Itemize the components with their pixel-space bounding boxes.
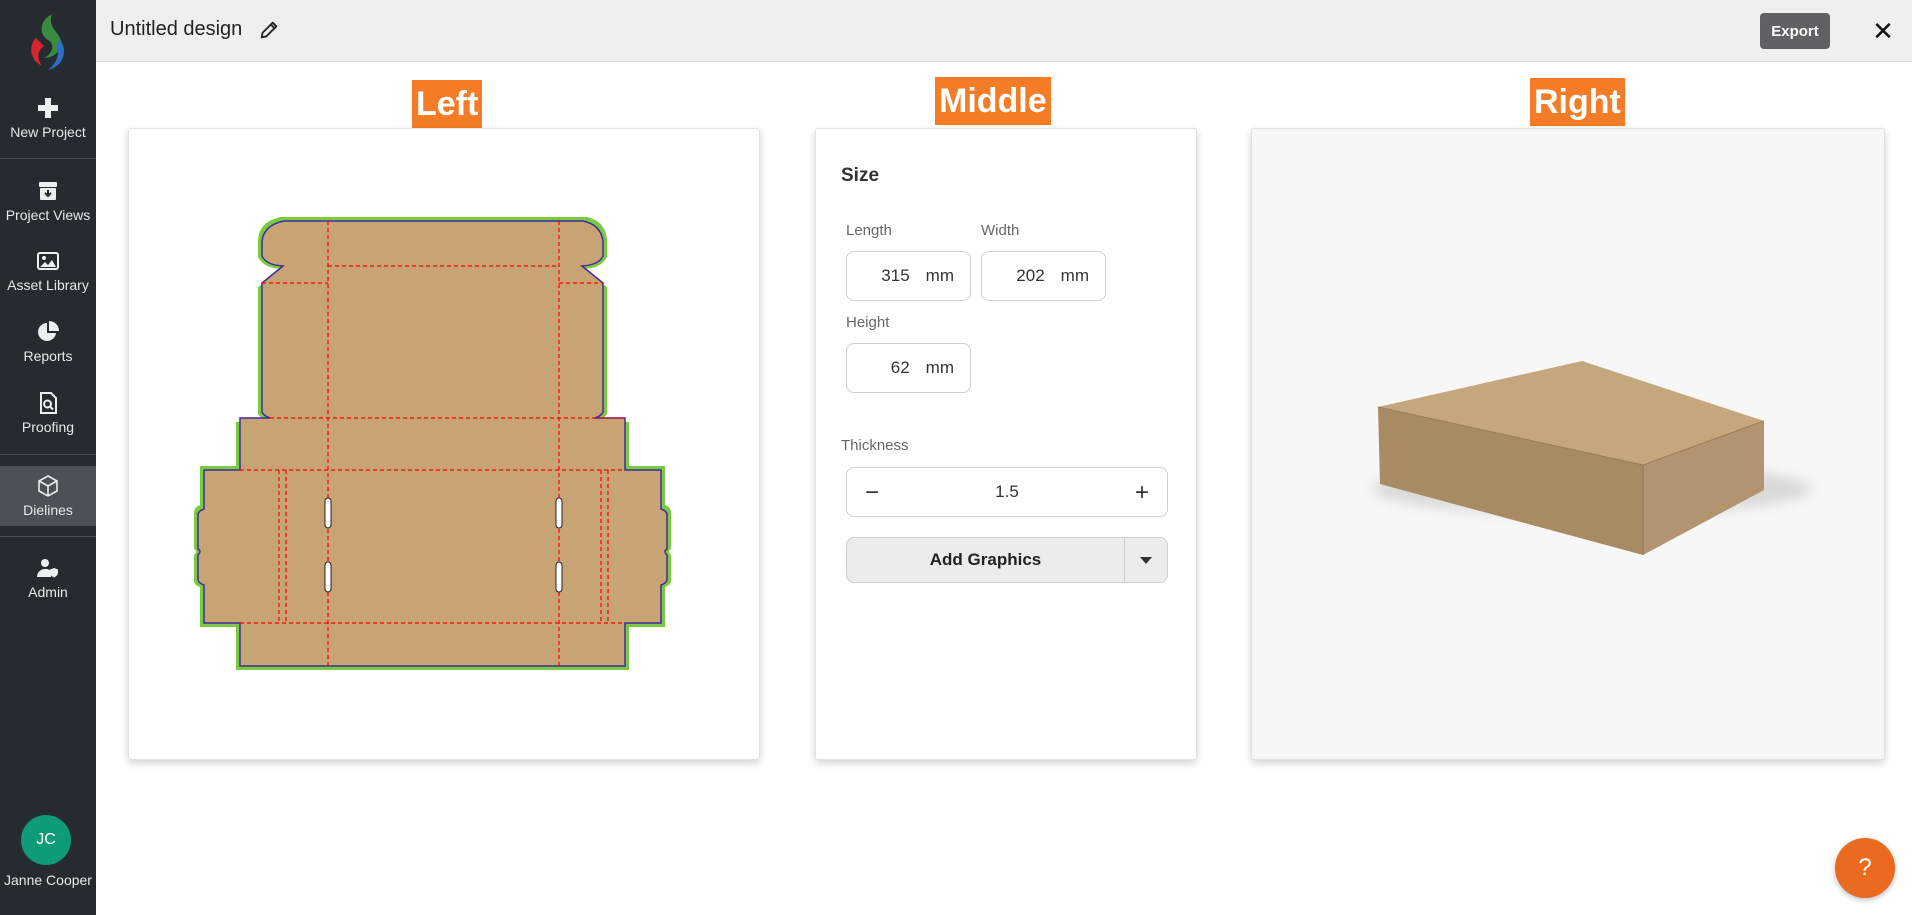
panel-label-right: Right (1530, 78, 1625, 126)
image-icon (37, 252, 59, 270)
avatar[interactable]: JC (21, 815, 71, 865)
thickness-label: Thickness (841, 437, 909, 454)
width-label: Width (981, 222, 1020, 239)
sidebar-item-admin[interactable]: Admin (0, 556, 96, 600)
export-button[interactable]: Export (1760, 13, 1830, 49)
sidebar-item-label: Admin (28, 584, 68, 600)
dieline-panel[interactable] (128, 128, 760, 760)
dieline-cardboard (197, 220, 668, 667)
add-graphics-button[interactable]: Add Graphics (847, 538, 1125, 582)
height-label: Height (846, 314, 890, 331)
sidebar-divider (0, 536, 96, 537)
dieline-drawing[interactable] (129, 129, 761, 761)
add-graphics-split-button: Add Graphics (846, 537, 1168, 583)
width-unit: mm (1060, 266, 1089, 285)
sidebar-item-label: Project Views (5, 207, 91, 223)
length-value: 315 (881, 266, 910, 285)
sidebar-item-new-project[interactable]: New Project (0, 96, 96, 140)
sidebar: New Project Project Views Asset Library … (0, 0, 96, 915)
width-field[interactable]: 202 mm (981, 251, 1106, 301)
pencil-icon[interactable] (258, 19, 280, 41)
panel-label-left: Left (412, 80, 483, 128)
box-icon (38, 475, 58, 497)
length-field[interactable]: 315 mm (846, 251, 971, 301)
sidebar-item-label: Dielines (23, 502, 73, 518)
thickness-stepper: − 1.5 + (846, 467, 1168, 517)
height-value: 62 (890, 358, 910, 377)
app-logo[interactable] (22, 10, 72, 72)
sidebar-item-label: Asset Library (7, 277, 89, 293)
length-unit: mm (925, 266, 954, 285)
size-heading: Size (841, 165, 880, 186)
sidebar-divider (0, 454, 96, 455)
pie-chart-icon (38, 321, 59, 341)
caret-down-icon (1140, 557, 1152, 564)
width-value: 202 (1016, 266, 1045, 285)
size-panel: Size Length 315 mm Width 202 mm Height 6… (815, 128, 1197, 760)
sidebar-item-asset-library[interactable]: Asset Library (0, 249, 96, 293)
user-name: Janne Cooper (4, 872, 92, 888)
user-shield-icon (37, 559, 58, 578)
sidebar-item-proofing[interactable]: Proofing (0, 391, 96, 435)
document-search-icon (40, 392, 57, 414)
design-title: Untitled design (110, 18, 243, 40)
close-icon[interactable]: ✕ (1868, 16, 1898, 46)
sidebar-item-label: Reports (23, 348, 73, 364)
sidebar-item-label: Proofing (21, 419, 75, 435)
sidebar-divider (0, 158, 96, 159)
panel-label-middle: Middle (935, 77, 1051, 125)
height-unit: mm (925, 358, 954, 377)
box-3d-preview[interactable] (1252, 129, 1886, 761)
length-label: Length (846, 222, 892, 239)
help-button[interactable]: ? (1835, 838, 1895, 898)
sidebar-item-project-views[interactable]: Project Views (0, 179, 96, 223)
sidebar-item-label: New Project (10, 124, 86, 140)
plus-icon (38, 98, 58, 118)
top-bar: Untitled design Export ✕ (96, 0, 1912, 62)
add-graphics-dropdown-button[interactable] (1125, 538, 1167, 582)
height-field[interactable]: 62 mm (846, 343, 971, 393)
archive-box-icon (39, 182, 57, 200)
thickness-value[interactable]: 1.5 (847, 482, 1167, 502)
sidebar-item-dielines[interactable]: Dielines (0, 466, 96, 526)
increment-button[interactable]: + (1127, 478, 1157, 508)
sidebar-item-reports[interactable]: Reports (0, 320, 96, 364)
3d-preview-panel[interactable] (1251, 128, 1885, 760)
